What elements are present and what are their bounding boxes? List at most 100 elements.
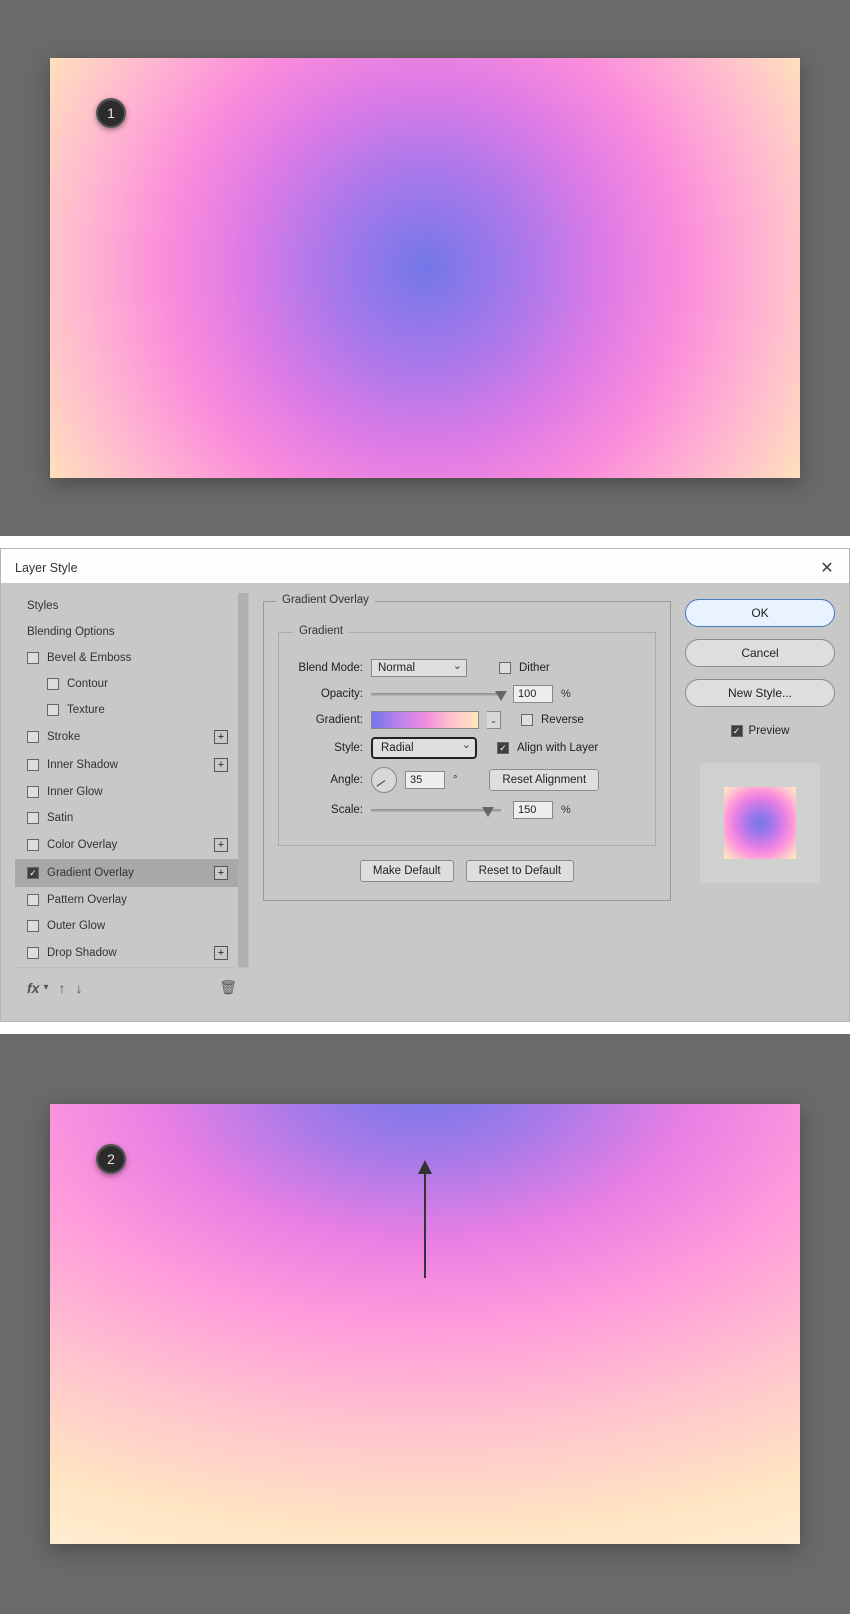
effect-label: Outer Glow [47, 920, 238, 932]
gradient-canvas-2: 2 [50, 1104, 800, 1544]
effect-label: Pattern Overlay [47, 894, 238, 906]
effect-row-drop-shadow[interactable]: Drop Shadow+ [15, 939, 248, 967]
effect-checkbox[interactable] [27, 759, 39, 771]
align-label: Align with Layer [517, 742, 598, 754]
sidebar-footer: fx ▾ ↑ ↓ 🗑 [15, 967, 249, 1007]
canvas-frame-2: 2 [0, 1034, 850, 1614]
preview-swatch-container [700, 763, 820, 883]
arrow-up-icon[interactable]: ↑ [58, 980, 65, 996]
align-checkbox[interactable] [497, 742, 509, 754]
group-title: Gradient Overlay [276, 594, 375, 606]
style-label: Style: [293, 742, 363, 754]
style-select[interactable]: Radial [371, 737, 477, 759]
make-default-button[interactable]: Make Default [360, 860, 454, 882]
effect-label: Inner Shadow [47, 759, 214, 771]
gradient-canvas-1: 1 [50, 58, 800, 478]
opacity-input[interactable]: 100 [513, 685, 553, 703]
dither-label: Dither [519, 662, 550, 674]
reset-alignment-button[interactable]: Reset Alignment [489, 769, 599, 791]
close-icon[interactable]: ✕ [819, 560, 835, 576]
dialog-right-column: OK Cancel New Style... Preview [685, 593, 835, 1007]
angle-input[interactable]: 35 [405, 771, 445, 789]
blend-mode-label: Blend Mode: [293, 662, 363, 674]
effect-row-inner-glow[interactable]: Inner Glow [15, 779, 248, 805]
reverse-label: Reverse [541, 714, 584, 726]
arrow-down-icon[interactable]: ↓ [75, 980, 82, 996]
dither-checkbox[interactable] [499, 662, 511, 674]
sub-section-title: Gradient [293, 625, 349, 637]
preview-label: Preview [749, 725, 790, 737]
effect-checkbox[interactable] [47, 678, 59, 690]
effect-row-texture[interactable]: Texture [15, 697, 248, 723]
effect-checkbox[interactable] [27, 812, 39, 824]
gradient-dropdown-icon[interactable]: ⌄ [487, 711, 501, 729]
ok-button[interactable]: OK [685, 599, 835, 627]
effect-label: Satin [47, 812, 238, 824]
dialog-titlebar: Layer Style ✕ [1, 549, 849, 583]
effect-checkbox[interactable] [27, 839, 39, 851]
settings-panel: Gradient Overlay Gradient Blend Mode: No… [263, 593, 671, 1007]
effect-checkbox[interactable] [47, 704, 59, 716]
reverse-checkbox[interactable] [521, 714, 533, 726]
add-effect-icon[interactable]: + [214, 758, 228, 772]
effect-row-pattern-overlay[interactable]: Pattern Overlay [15, 887, 248, 913]
effect-row-inner-shadow[interactable]: Inner Shadow+ [15, 751, 248, 779]
effect-label: Styles [27, 600, 238, 612]
opacity-pct: % [561, 688, 571, 700]
effect-label: Gradient Overlay [47, 867, 214, 879]
effect-row-color-overlay[interactable]: Color Overlay+ [15, 831, 248, 859]
effect-label: Contour [67, 678, 238, 690]
reset-default-button[interactable]: Reset to Default [466, 860, 574, 882]
effects-list[interactable]: Styles Blending Options Bevel & Emboss Cont… [15, 593, 249, 967]
effect-label: Drop Shadow [47, 947, 214, 959]
new-style-button[interactable]: New Style... [685, 679, 835, 707]
preview-checkbox[interactable] [731, 725, 743, 737]
effect-label: Texture [67, 704, 238, 716]
angle-dial[interactable] [371, 767, 397, 793]
cancel-button[interactable]: Cancel [685, 639, 835, 667]
effect-row-gradient-overlay[interactable]: Gradient Overlay+ [15, 859, 248, 887]
canvas-frame-1: 1 [0, 0, 850, 536]
effect-label: Inner Glow [47, 786, 238, 798]
effect-label: Color Overlay [47, 839, 214, 851]
effect-checkbox[interactable] [27, 947, 39, 959]
effect-label: Bevel & Emboss [47, 652, 238, 664]
layer-style-dialog: Layer Style ✕ Styles Blending Options Beve… [0, 548, 850, 1022]
effect-label: Blending Options [27, 626, 238, 638]
effect-row-contour[interactable]: Contour [15, 671, 248, 697]
scale-input[interactable]: 150 [513, 801, 553, 819]
effect-checkbox[interactable] [27, 867, 39, 879]
fx-icon[interactable]: fx [27, 980, 39, 996]
scale-slider[interactable] [371, 809, 501, 812]
effect-row-satin[interactable]: Satin [15, 805, 248, 831]
opacity-slider[interactable] [371, 693, 501, 696]
effect-checkbox[interactable] [27, 894, 39, 906]
arrow-up-icon [415, 1160, 435, 1280]
add-effect-icon[interactable]: + [214, 946, 228, 960]
effect-checkbox[interactable] [27, 652, 39, 664]
degree-symbol: ° [453, 774, 457, 786]
effect-checkbox[interactable] [27, 920, 39, 932]
gradient-label: Gradient: [293, 714, 363, 726]
effect-label: Stroke [47, 731, 214, 743]
blend-mode-select[interactable]: Normal [371, 659, 467, 677]
step-badge-1: 1 [96, 98, 126, 128]
effect-row-outer-glow[interactable]: Outer Glow [15, 913, 248, 939]
gradient-preview[interactable] [371, 711, 479, 729]
dialog-title: Layer Style [15, 561, 78, 575]
effects-sidebar: Styles Blending Options Bevel & Emboss Cont… [15, 593, 249, 1007]
scale-label: Scale: [293, 804, 363, 816]
effect-checkbox[interactable] [27, 731, 39, 743]
opacity-label: Opacity: [293, 688, 363, 700]
effect-row-styles[interactable]: Styles [15, 593, 248, 619]
add-effect-icon[interactable]: + [214, 838, 228, 852]
effect-row-bevel-emboss[interactable]: Bevel & Emboss [15, 645, 248, 671]
step-badge-2: 2 [96, 1144, 126, 1174]
effect-row-stroke[interactable]: Stroke+ [15, 723, 248, 751]
add-effect-icon[interactable]: + [214, 730, 228, 744]
add-effect-icon[interactable]: + [214, 866, 228, 880]
trash-icon[interactable]: 🗑 [219, 979, 237, 996]
effect-checkbox[interactable] [27, 786, 39, 798]
angle-label: Angle: [293, 774, 363, 786]
effect-row-blending-options[interactable]: Blending Options [15, 619, 248, 645]
